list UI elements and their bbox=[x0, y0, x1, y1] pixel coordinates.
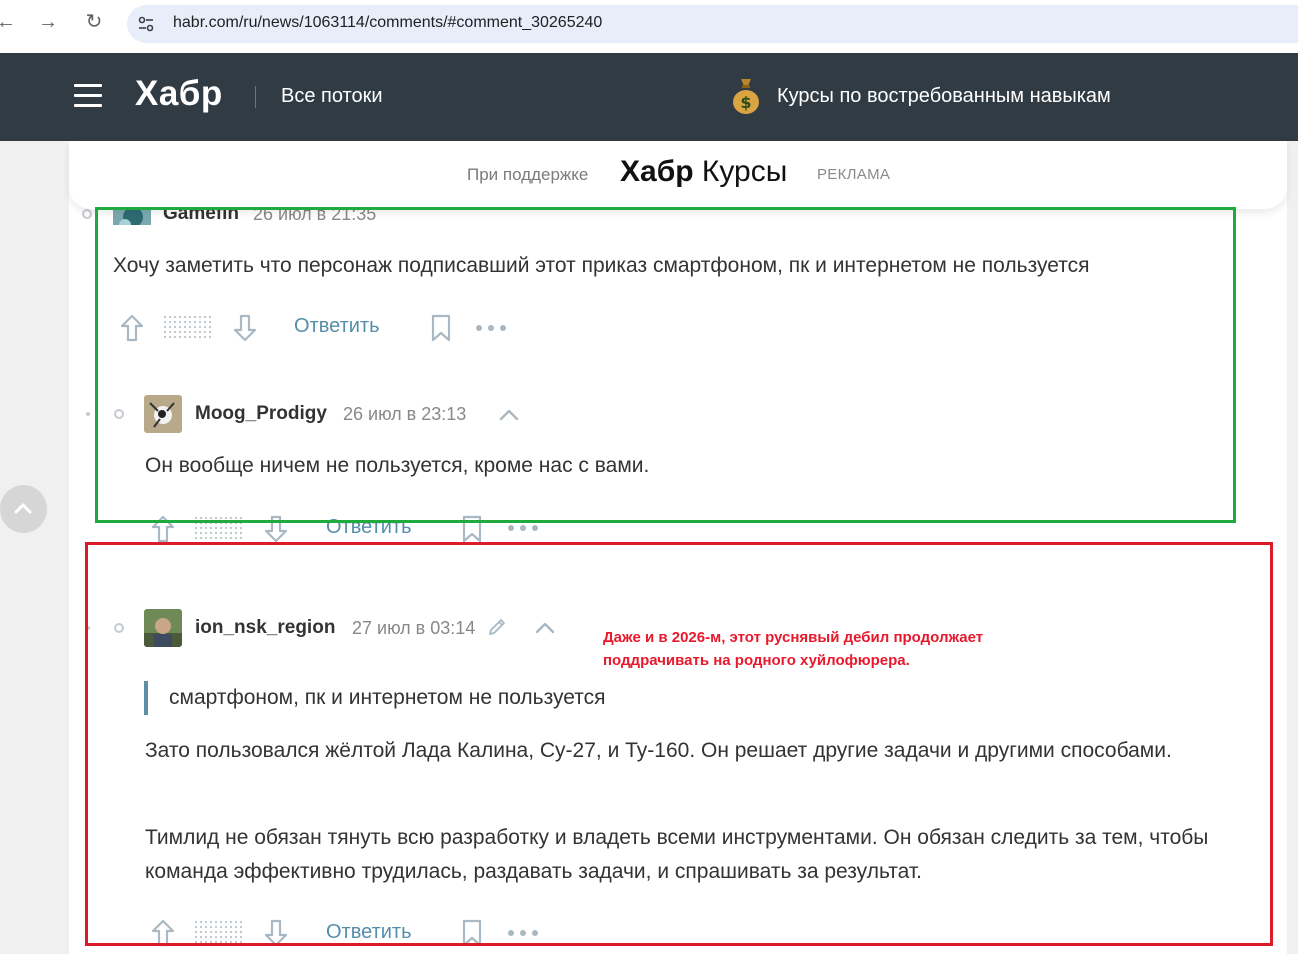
comment-date[interactable]: 26 июл в 23:13 bbox=[343, 404, 466, 425]
thread-marker bbox=[114, 623, 124, 633]
sponsor-banner[interactable]: При поддержке Хабр Курсы РЕКЛАМА bbox=[69, 141, 1287, 209]
vote-down-icon[interactable] bbox=[232, 313, 258, 343]
vote-down-icon[interactable] bbox=[263, 918, 289, 948]
reply-button[interactable]: Ответить bbox=[294, 315, 380, 338]
avatar[interactable] bbox=[144, 609, 182, 647]
vote-down-icon[interactable] bbox=[263, 514, 289, 544]
comment-author[interactable]: Moog_Prodigy bbox=[195, 403, 327, 425]
site-settings-icon[interactable] bbox=[137, 15, 155, 33]
url-text[interactable]: habr.com/ru/news/1063114/comments/#comme… bbox=[173, 14, 602, 32]
svg-text:$: $ bbox=[740, 93, 751, 112]
sponsor-logo-bold: Хабр bbox=[620, 155, 694, 188]
habr-logo[interactable]: Хабр bbox=[135, 74, 223, 114]
comment-quote: смартфоном, пк и интернетом не пользуетс… bbox=[144, 681, 606, 715]
back-icon[interactable]: ← bbox=[0, 8, 20, 36]
sponsor-logo-regular: Курсы bbox=[693, 155, 788, 188]
comment-text: Хочу заметить что персонаж подписавший э… bbox=[113, 254, 1090, 277]
all-flows-link[interactable]: Все потоки bbox=[281, 85, 383, 108]
more-options-icon[interactable] bbox=[507, 524, 539, 532]
thread-marker bbox=[86, 412, 90, 416]
vote-up-icon[interactable] bbox=[119, 313, 145, 343]
site-header: Хабр Все потоки $ Курсы по востребованны… bbox=[0, 53, 1298, 141]
bookmark-icon[interactable] bbox=[461, 919, 483, 947]
comment-text: Он вообще ничем не пользуется, кроме нас… bbox=[145, 454, 650, 477]
scroll-to-top-button[interactable] bbox=[0, 485, 47, 533]
header-divider bbox=[255, 86, 256, 108]
vote-score-hidden bbox=[194, 516, 244, 542]
annotation-line-1: Даже и в 2026-м, этот руснявый дебил про… bbox=[603, 629, 984, 646]
sponsor-logo[interactable]: Хабр Курсы bbox=[620, 155, 787, 189]
thread-marker bbox=[86, 626, 90, 630]
chevron-up-icon bbox=[14, 503, 32, 514]
chevron-up-icon[interactable] bbox=[535, 622, 555, 634]
avatar[interactable] bbox=[144, 395, 182, 433]
browser-toolbar: ← → ↻ habr.com/ru/news/1063114/comments/… bbox=[0, 0, 1298, 53]
sponsor-support-label: При поддержке bbox=[467, 165, 589, 184]
edited-pencil-icon bbox=[489, 619, 505, 635]
address-bar[interactable]: habr.com/ru/news/1063114/comments/#comme… bbox=[127, 5, 1298, 43]
comment-paragraph: Зато пользовался жёлтой Лада Калина, Су-… bbox=[145, 739, 1172, 762]
more-options-icon[interactable] bbox=[507, 929, 539, 937]
red-annotation: Даже и в 2026-м, этот руснявый дебил про… bbox=[603, 626, 983, 672]
reply-button[interactable]: Ответить bbox=[326, 516, 412, 539]
reload-icon[interactable]: ↻ bbox=[80, 8, 108, 36]
forward-icon[interactable]: → bbox=[34, 8, 62, 36]
courses-link[interactable]: Курсы по востребованным навыкам bbox=[777, 85, 1111, 108]
money-bag-icon: $ bbox=[733, 79, 759, 114]
vote-score-hidden bbox=[194, 920, 244, 946]
bookmark-icon[interactable] bbox=[461, 515, 483, 543]
ad-label: РЕКЛАМА bbox=[817, 166, 891, 183]
vote-up-icon[interactable] bbox=[150, 514, 176, 544]
comment-paragraph: Тимлид не обязан тянуть всю разработку и… bbox=[145, 826, 1209, 883]
more-options-icon[interactable] bbox=[475, 324, 507, 332]
bookmark-icon[interactable] bbox=[430, 314, 452, 342]
vote-up-icon[interactable] bbox=[150, 918, 176, 948]
vote-score-hidden bbox=[163, 315, 213, 341]
chevron-up-icon[interactable] bbox=[499, 409, 519, 421]
comment-date[interactable]: 27 июл в 03:14 bbox=[352, 618, 475, 639]
thread-marker bbox=[82, 209, 92, 219]
comment-author[interactable]: ion_nsk_region bbox=[195, 617, 335, 639]
menu-icon[interactable] bbox=[74, 84, 102, 108]
thread-marker bbox=[114, 409, 124, 419]
reply-button[interactable]: Ответить bbox=[326, 921, 412, 944]
annotation-line-2: поддрачивать на родного хуйлофюрера. bbox=[603, 652, 910, 669]
